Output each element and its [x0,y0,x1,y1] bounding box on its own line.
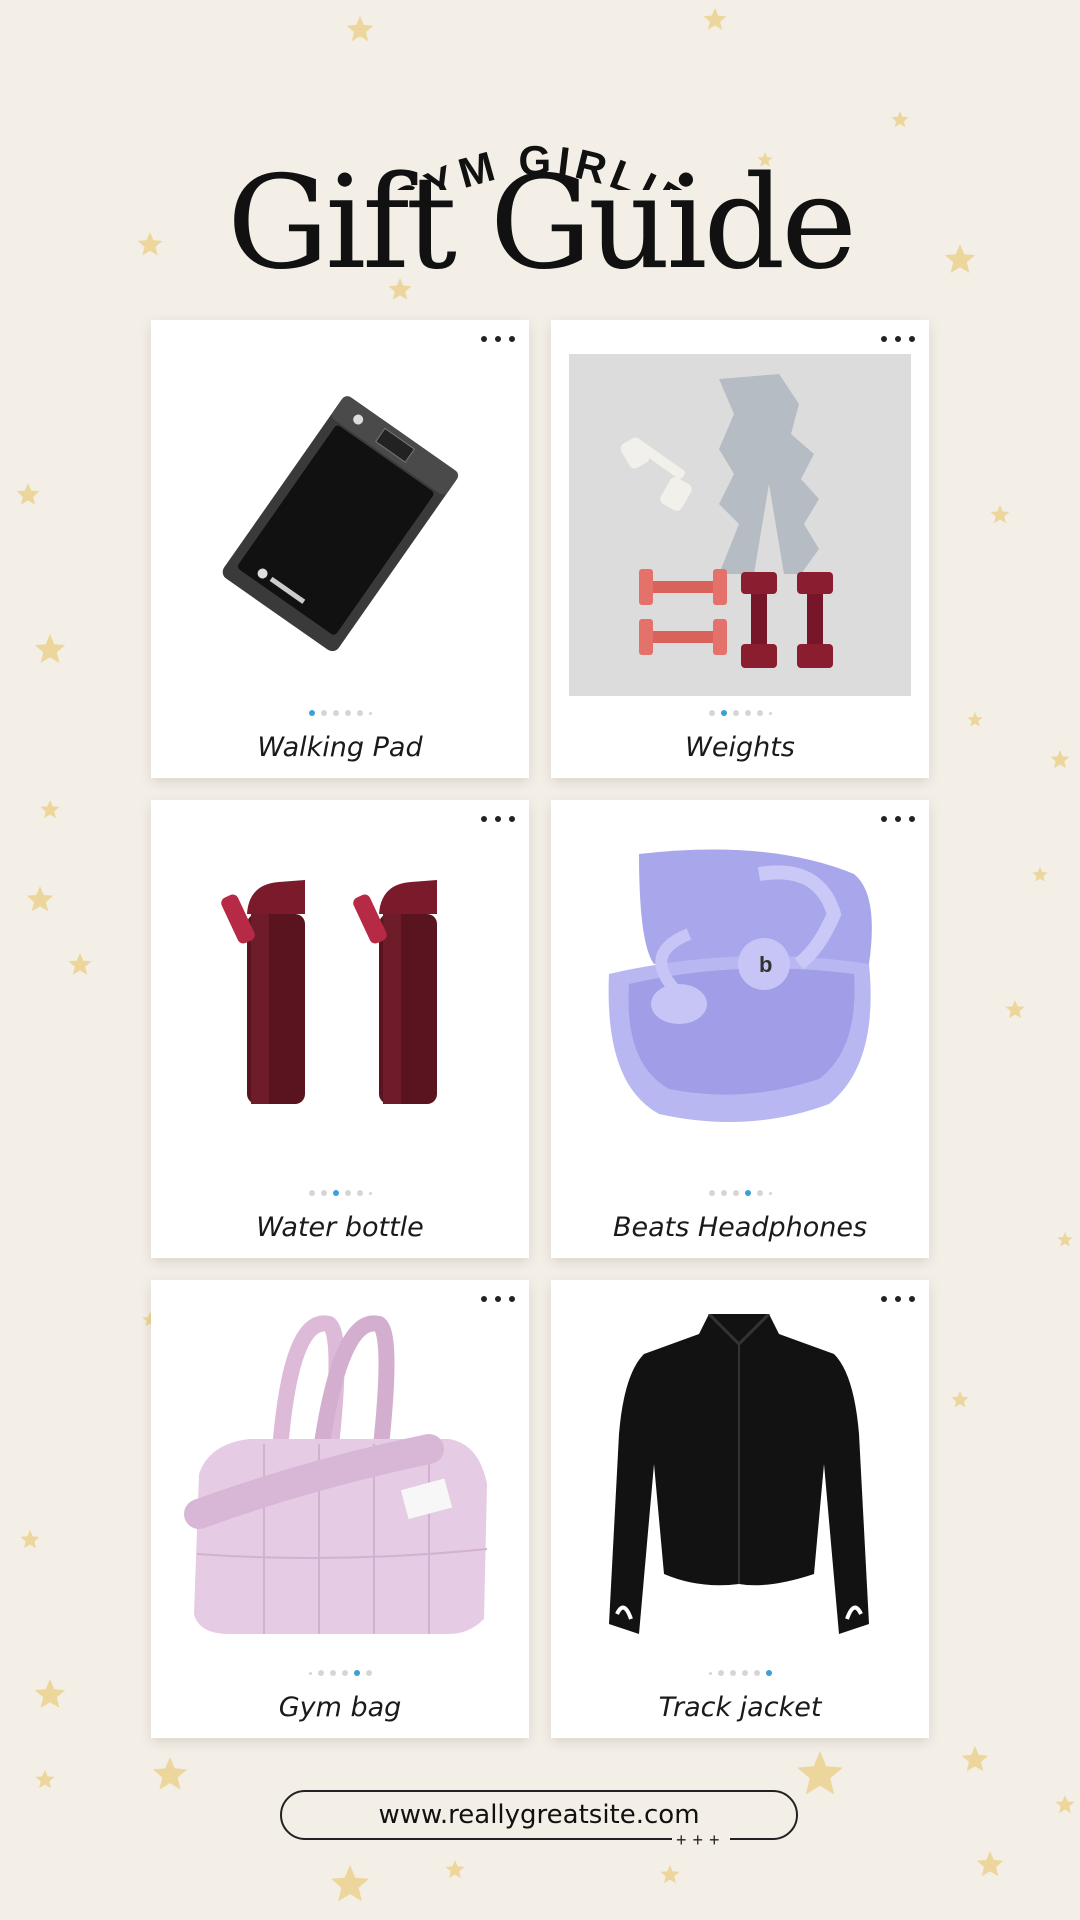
gift-label: Beats Headphones [612,1212,868,1243]
gift-card-beats-headphones[interactable]: b Beats Headphones [551,800,929,1258]
star-icon [35,1770,55,1789]
dumbbells-image [569,354,911,696]
star-icon [797,1751,843,1795]
page-title: Gift Guide [227,149,857,298]
star-icon [967,712,983,727]
svg-text:b: b [759,952,772,977]
carousel-dots[interactable] [151,710,529,716]
more-options-icon[interactable] [881,810,915,828]
gift-card-walking-pad[interactable]: Walking Pad [151,320,529,778]
star-icon [1005,1000,1025,1019]
gift-label: Track jacket [658,1692,822,1723]
star-icon [445,1860,465,1879]
walking-pad-image [222,396,459,652]
star-icon [331,1865,369,1902]
gift-label: Walking Pad [257,732,423,763]
gift-label: Water bottle [256,1212,424,1243]
star-icon [1032,867,1048,882]
carousel-dots[interactable] [151,1670,529,1676]
water-bottles-image [221,880,437,1104]
star-icon [26,886,54,912]
star-icon [152,1757,188,1790]
star-icon [961,1746,989,1772]
star-icon [16,483,40,505]
star-icon [68,953,92,975]
gift-card-track-jacket[interactable]: Track jacket [551,1280,929,1738]
star-icon [990,505,1010,524]
sparkle-icon: +++ [672,1830,730,1851]
star-icon [1057,1232,1073,1247]
star-icon [1055,1795,1075,1814]
duffel-bag-image [184,1315,488,1634]
gift-card-water-bottle[interactable]: Water bottle [151,800,529,1258]
black-jacket-image [609,1314,869,1634]
more-options-icon[interactable] [481,1290,515,1308]
star-icon [951,1391,969,1408]
gift-card-weights[interactable]: Weights [551,320,929,778]
more-options-icon[interactable] [481,810,515,828]
star-icon [40,800,60,819]
carousel-dots[interactable] [551,710,929,716]
more-options-icon[interactable] [881,1290,915,1308]
star-icon [20,1530,40,1549]
more-options-icon[interactable] [881,330,915,348]
carousel-dots[interactable] [151,1190,529,1196]
star-icon [1050,750,1070,769]
star-icon [703,8,727,30]
more-options-icon[interactable] [481,330,515,348]
star-icon [346,16,374,42]
earbuds-case-image: b [608,849,872,1122]
star-icon [34,634,66,663]
gift-label: Weights [685,732,795,763]
gift-label: Gym bag [278,1692,402,1723]
carousel-dots[interactable] [551,1670,929,1676]
carousel-dots[interactable] [551,1190,929,1196]
star-icon [34,1679,66,1708]
gift-card-gym-bag[interactable]: Gym bag [151,1280,529,1738]
star-icon [976,1851,1004,1877]
star-icon [660,1865,680,1884]
